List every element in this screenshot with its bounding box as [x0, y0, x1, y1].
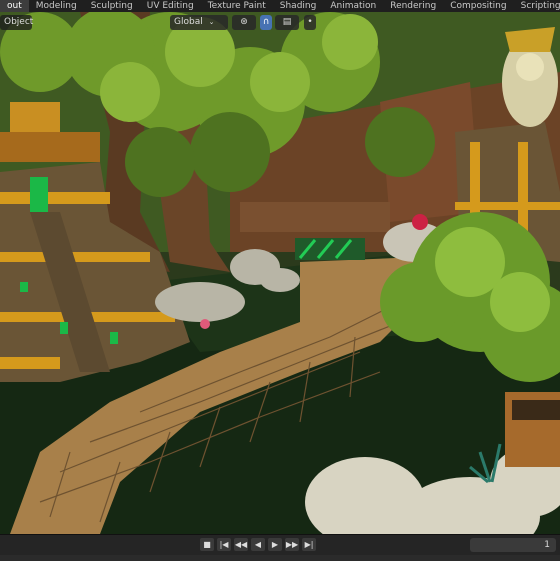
play-button[interactable]: ▶ [268, 538, 282, 551]
snap-settings-button[interactable]: ▤ [275, 15, 299, 30]
play-reverse-button[interactable]: ◀ [251, 538, 265, 551]
playback-controls: ■ |◀ ◀◀ ◀ ▶ ▶▶ ▶| [200, 538, 316, 552]
prev-keyframe-button[interactable]: ◀◀ [234, 538, 248, 551]
stop-button[interactable]: ■ [200, 538, 214, 551]
snap-toggle[interactable]: ∩ [260, 15, 272, 30]
proportional-edit-button[interactable]: • [304, 15, 316, 30]
proportional-icon: • [307, 17, 313, 27]
tab-sculpting[interactable]: Sculpting [84, 0, 140, 12]
orientation-label: Global [174, 17, 203, 27]
mode-label: Object [4, 17, 34, 27]
transform-orientation-dropdown[interactable]: Global ⌄ [170, 15, 228, 30]
current-frame-field[interactable]: 1 [470, 538, 556, 552]
jump-start-button[interactable]: |◀ [217, 538, 231, 551]
tab-animation[interactable]: Animation [323, 0, 383, 12]
mode-selector[interactable]: Object [0, 15, 34, 30]
chevron-down-icon: ⌄ [208, 18, 215, 26]
tab-layout[interactable]: out [0, 0, 29, 12]
grid-snap-icon: ▤ [282, 17, 292, 27]
tab-uv-editing[interactable]: UV Editing [140, 0, 201, 12]
magnet-icon: ∩ [262, 17, 270, 27]
tab-texture-paint[interactable]: Texture Paint [201, 0, 273, 12]
timeline-bar: ■ |◀ ◀◀ ◀ ▶ ▶▶ ▶| 1 [0, 534, 560, 561]
tab-scripting[interactable]: Scripting [514, 0, 560, 12]
tab-rendering[interactable]: Rendering [383, 0, 443, 12]
viewport-header: Object Global ⌄ ⊛ ∩ ▤ • [0, 14, 560, 32]
3d-viewport[interactable]: Object Global ⌄ ⊛ ∩ ▤ • [0, 12, 560, 534]
timeline-ruler[interactable] [0, 555, 560, 561]
tab-shading[interactable]: Shading [273, 0, 324, 12]
tab-modeling[interactable]: Modeling [29, 0, 84, 12]
jump-end-button[interactable]: ▶| [302, 538, 316, 551]
viewport-scene [0, 12, 560, 534]
next-keyframe-button[interactable]: ▶▶ [285, 538, 299, 551]
pivot-point-button[interactable]: ⊛ [232, 15, 256, 30]
tab-compositing[interactable]: Compositing [443, 0, 513, 12]
pivot-icon: ⊛ [240, 17, 248, 27]
